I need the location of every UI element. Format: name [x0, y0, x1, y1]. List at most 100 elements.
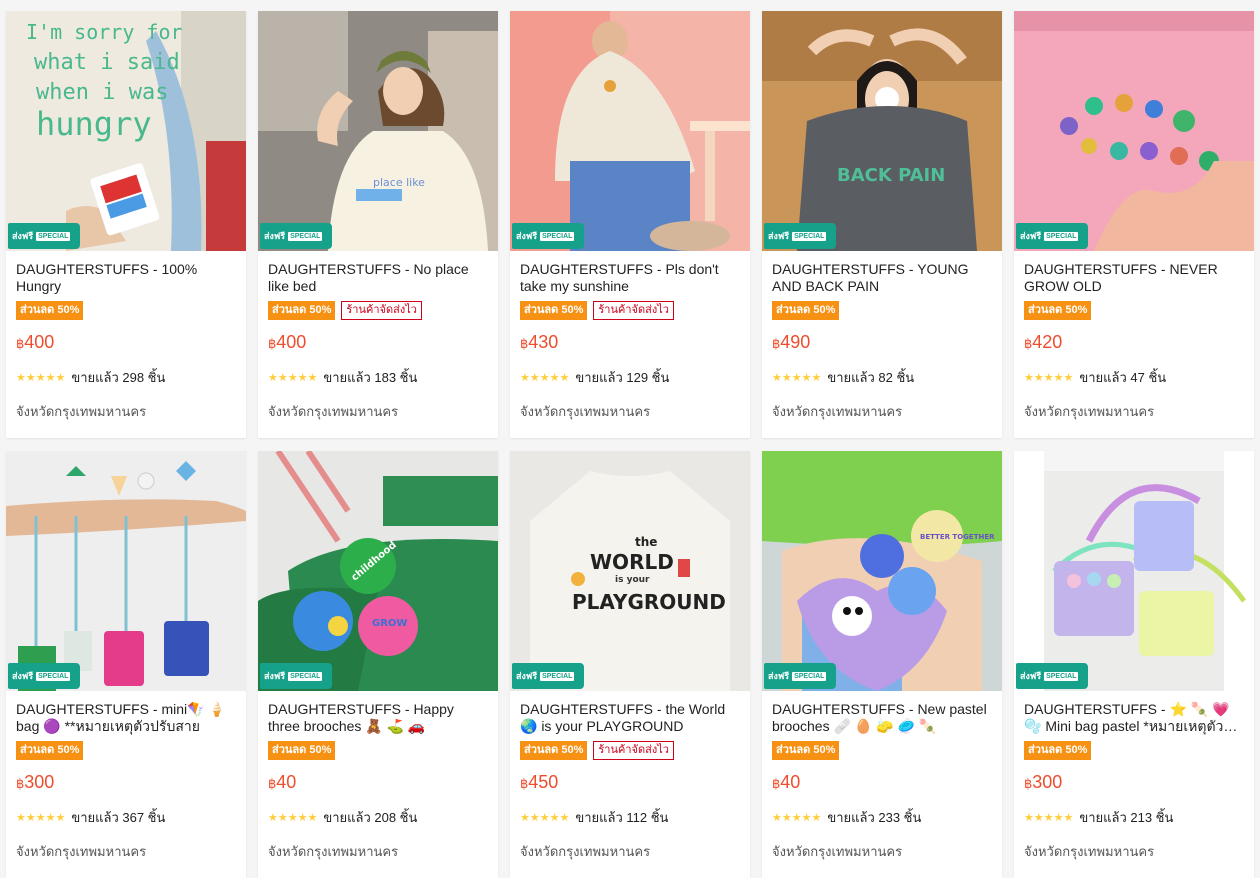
special-label: SPECIAL — [1044, 231, 1079, 241]
star-rating-icon: ★★★★★ — [1024, 372, 1074, 384]
shirt-print-text: the — [635, 535, 657, 549]
promo-badges: ส่วนลด 50% — [16, 300, 236, 320]
sold-count: ขายแล้ว 213 ชิ้น — [1079, 810, 1174, 825]
promo-badges: ส่วนลด 50% — [1024, 300, 1244, 320]
price-amount: 40 — [780, 772, 801, 792]
product-card-1[interactable]: I'm sorry for what i said when i was hun… — [6, 11, 246, 438]
brooch-text: GROW — [372, 618, 407, 629]
product-price: ฿450 — [520, 771, 740, 795]
product-card-9[interactable]: BETTER TOGETHER ส่งฟรี SPECIAL DAUGHTERS… — [762, 451, 1002, 878]
star-rating-icon: ★★★★★ — [520, 372, 570, 384]
star-rating-icon: ★★★★★ — [16, 812, 66, 824]
shop-location: จังหวัดกรุงเทพมหานคร — [16, 844, 147, 859]
product-image[interactable]: BACK PAIN ส่งฟรี SPECIAL — [762, 11, 1002, 251]
product-photo-art — [510, 11, 750, 251]
discount-badge: ส่วนลด 50% — [268, 740, 336, 760]
shirt-print-text: I'm sorry for — [26, 20, 183, 44]
shirt-print-text: PLAYGROUND — [572, 590, 726, 614]
product-price: ฿420 — [1024, 331, 1244, 355]
product-photo-art: BACK PAIN — [762, 11, 1002, 251]
shirt-print-text: WORLD — [590, 550, 674, 574]
sold-count: ขายแล้ว 112 ชิ้น — [575, 810, 669, 825]
product-price: ฿400 — [268, 331, 488, 355]
star-rating-icon: ★★★★★ — [772, 812, 822, 824]
shirt-print-text: hungry — [36, 105, 152, 143]
free-shipping-special-badge: ส่งฟรี SPECIAL — [260, 663, 332, 689]
product-price: ฿40 — [772, 771, 992, 795]
promo-badges: ส่วนลด 50% — [772, 300, 992, 320]
product-title[interactable]: DAUGHTERSTUFFS - mini🪁 🍦 bag 🟣 **หมายเหต… — [16, 701, 236, 735]
product-title[interactable]: DAUGHTERSTUFFS - ⭐ 🍡 💗 🫧 Mini bag pastel… — [1024, 701, 1244, 735]
product-image[interactable]: ส่งฟรี SPECIAL — [1014, 11, 1254, 251]
product-photo-art: place like — [258, 11, 498, 251]
product-image[interactable]: the WORLD is your PLAYGROUND ส่งฟรี SPEC… — [510, 451, 750, 691]
product-card-7[interactable]: childhood GROW ส่งฟรี SPECIAL DAUGHTERST… — [258, 451, 498, 878]
promo-badges: ส่วนลด 50% — [268, 740, 488, 760]
product-title[interactable]: DAUGHTERSTUFFS - YOUNG AND BACK PAIN — [772, 261, 992, 295]
product-photo-art: childhood GROW — [258, 451, 498, 691]
free-shipping-special-badge: ส่งฟรี SPECIAL — [8, 663, 80, 689]
product-card-4[interactable]: BACK PAIN ส่งฟรี SPECIAL DAUGHTERSTUFFS … — [762, 11, 1002, 438]
star-rating-icon: ★★★★★ — [772, 372, 822, 384]
free-shipping-label: ส่งฟรี — [12, 230, 34, 241]
star-rating-icon: ★★★★★ — [520, 812, 570, 824]
product-image[interactable]: ส่งฟรี SPECIAL — [1014, 451, 1254, 691]
product-card-6[interactable]: ส่งฟรี SPECIAL DAUGHTERSTUFFS - mini🪁 🍦 … — [6, 451, 246, 878]
free-shipping-label: ส่งฟรี — [264, 670, 286, 681]
product-card-3[interactable]: ส่งฟรี SPECIAL DAUGHTERSTUFFS - Pls don'… — [510, 11, 750, 438]
sold-count: ขายแล้ว 183 ชิ้น — [323, 370, 418, 385]
product-title[interactable]: DAUGHTERSTUFFS - Pls don't take my sunsh… — [520, 261, 740, 295]
promo-badges: ส่วนลด 50% ร้านค้าจัดส่งไว — [520, 300, 740, 320]
special-label: SPECIAL — [1044, 671, 1079, 681]
shop-location: จังหวัดกรุงเทพมหานคร — [1024, 404, 1155, 419]
product-card-10[interactable]: ส่งฟรี SPECIAL DAUGHTERSTUFFS - ⭐ 🍡 💗 🫧 … — [1014, 451, 1254, 878]
price-amount: 40 — [276, 772, 297, 792]
fast-shipping-badge: ร้านค้าจัดส่งไว — [593, 300, 674, 320]
discount-badge: ส่วนลด 50% — [772, 740, 840, 760]
promo-badges: ส่วนลด 50% — [772, 740, 992, 760]
promo-badges: ส่วนลด 50% — [1024, 740, 1244, 760]
discount-badge: ส่วนลด 50% — [1024, 740, 1092, 760]
special-label: SPECIAL — [792, 671, 827, 681]
product-card-5[interactable]: ส่งฟรี SPECIAL DAUGHTERSTUFFS - NEVER GR… — [1014, 11, 1254, 438]
star-rating-icon: ★★★★★ — [268, 372, 318, 384]
product-image[interactable]: ส่งฟรี SPECIAL — [510, 11, 750, 251]
product-grid: I'm sorry for what i said when i was hun… — [6, 11, 1254, 878]
product-image[interactable]: I'm sorry for what i said when i was hun… — [6, 11, 246, 251]
product-image[interactable]: place like ส่งฟรี SPECIAL — [258, 11, 498, 251]
price-amount: 450 — [528, 772, 559, 792]
free-shipping-label: ส่งฟรี — [12, 670, 34, 681]
shirt-print-text: BACK PAIN — [837, 165, 945, 186]
special-label: SPECIAL — [540, 231, 575, 241]
product-image[interactable]: childhood GROW ส่งฟรี SPECIAL — [258, 451, 498, 691]
shop-location: จังหวัดกรุงเทพมหานคร — [520, 844, 651, 859]
free-shipping-label: ส่งฟรี — [516, 670, 538, 681]
product-image[interactable]: ส่งฟรี SPECIAL — [6, 451, 246, 691]
product-photo-art: I'm sorry for what i said when i was hun… — [6, 11, 246, 251]
product-title[interactable]: DAUGHTERSTUFFS - New pastel brooches 🩹 🥚… — [772, 701, 992, 735]
discount-badge: ส่วนลด 50% — [16, 300, 84, 320]
promo-badges: ส่วนลด 50% ร้านค้าจัดส่งไว — [520, 740, 740, 760]
shop-location: จังหวัดกรุงเทพมหานคร — [16, 404, 147, 419]
product-title[interactable]: DAUGHTERSTUFFS - 100% Hungry — [16, 261, 236, 295]
free-shipping-special-badge: ส่งฟรี SPECIAL — [512, 223, 584, 249]
product-title[interactable]: DAUGHTERSTUFFS - No place like bed — [268, 261, 488, 295]
product-card-8[interactable]: the WORLD is your PLAYGROUND ส่งฟรี SPEC… — [510, 451, 750, 878]
product-title[interactable]: DAUGHTERSTUFFS - the World 🌏 is your PLA… — [520, 701, 740, 735]
sold-count: ขายแล้ว 47 ชิ้น — [1079, 370, 1167, 385]
fast-shipping-badge: ร้านค้าจัดส่งไว — [341, 300, 422, 320]
sold-count: ขายแล้ว 367 ชิ้น — [71, 810, 166, 825]
shirt-print-text: is your — [615, 575, 650, 585]
product-image[interactable]: BETTER TOGETHER ส่งฟรี SPECIAL — [762, 451, 1002, 691]
product-photo-art — [1014, 11, 1254, 251]
product-card-2[interactable]: place like ส่งฟรี SPECIAL DAUGHTERSTUFFS… — [258, 11, 498, 438]
free-shipping-label: ส่งฟรี — [264, 230, 286, 241]
product-photo-art — [1014, 451, 1254, 691]
star-rating-icon: ★★★★★ — [1024, 812, 1074, 824]
discount-badge: ส่วนลด 50% — [520, 300, 588, 320]
product-title[interactable]: DAUGHTERSTUFFS - NEVER GROW OLD — [1024, 261, 1244, 295]
free-shipping-special-badge: ส่งฟรี SPECIAL — [764, 663, 836, 689]
product-title[interactable]: DAUGHTERSTUFFS - Happy three brooches 🧸 … — [268, 701, 488, 735]
free-shipping-special-badge: ส่งฟรี SPECIAL — [8, 223, 80, 249]
product-photo-art: the WORLD is your PLAYGROUND — [510, 451, 750, 691]
